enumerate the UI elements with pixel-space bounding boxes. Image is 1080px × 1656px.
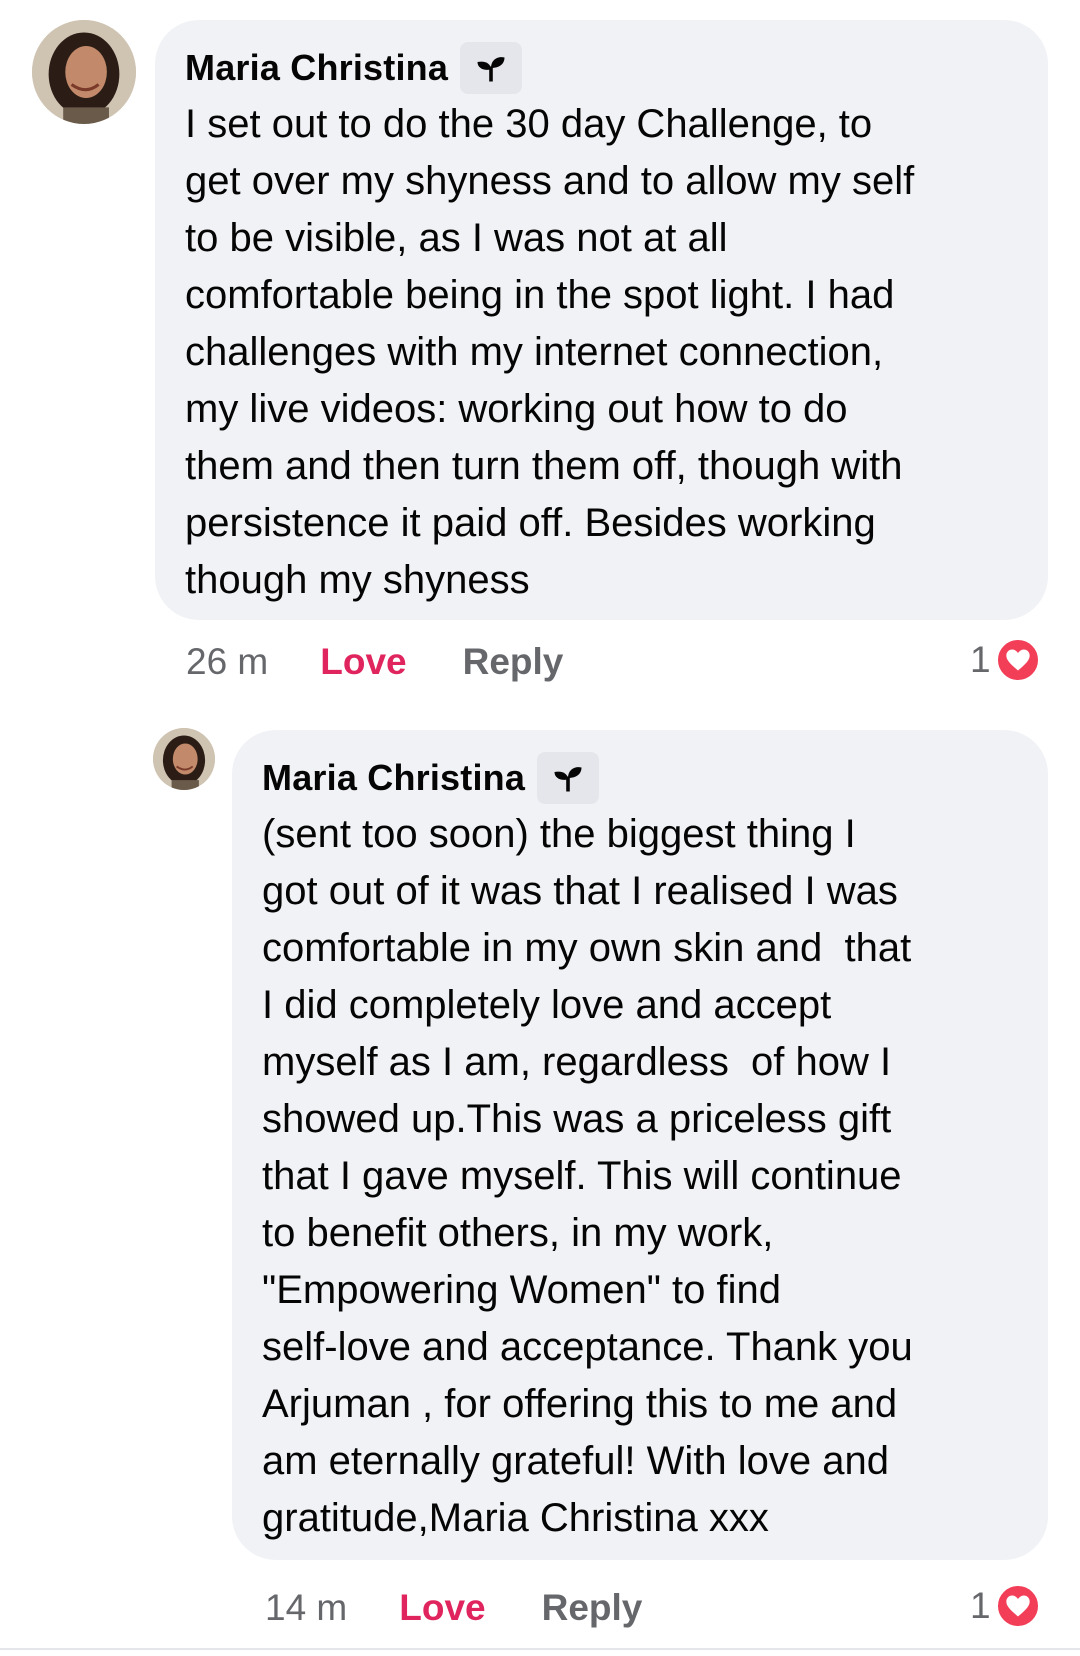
comment-text-line: to be visible, as I was not at all bbox=[185, 216, 728, 260]
newcomer-badge[interactable] bbox=[460, 42, 523, 94]
reply-button[interactable]: Reply bbox=[542, 1587, 643, 1629]
author-name[interactable]: Maria Christina bbox=[185, 47, 448, 89]
divider bbox=[0, 1648, 1080, 1650]
love-button[interactable]: Love bbox=[399, 1587, 485, 1629]
comment-text-line: though my shyness bbox=[185, 558, 530, 602]
love-heart-icon bbox=[994, 637, 1041, 683]
sprout-icon bbox=[554, 767, 582, 792]
comment-text-line: my live videos: working out how to do bbox=[185, 387, 848, 431]
comment-text-line: comfortable being in the spot light. I h… bbox=[185, 273, 895, 317]
comment-text-line: self-love and acceptance. Thank you bbox=[262, 1325, 913, 1369]
comment-text-line: "Empowering Women" to find bbox=[262, 1268, 782, 1312]
avatar[interactable] bbox=[153, 728, 215, 790]
comment-text-line: get over my shyness and to allow my self bbox=[185, 159, 915, 203]
comment-text-line: got out of it was that I realised I was bbox=[262, 869, 898, 913]
reply-button[interactable]: Reply bbox=[463, 641, 564, 683]
comment-text-line: to benefit others, in my work, bbox=[262, 1211, 774, 1255]
avatar-icon bbox=[153, 728, 215, 790]
comment-text: I set out to do the 30 day Challenge, to… bbox=[185, 96, 1018, 609]
comment-bubble: Maria Christina (sent too soon) the bigg… bbox=[232, 730, 1048, 1560]
reaction-count: 1 bbox=[970, 1585, 991, 1626]
comment-text-line: challenges with my internet connection, bbox=[185, 330, 884, 374]
comment-text-line: them and then turn them off, though with bbox=[185, 444, 903, 488]
author-name[interactable]: Maria Christina bbox=[262, 757, 525, 799]
love-button[interactable]: Love bbox=[320, 641, 406, 683]
comment-text-line: (sent too soon) the biggest thing I bbox=[262, 812, 856, 856]
comment-text-line: myself as I am, regardless of how I bbox=[262, 1040, 892, 1084]
comment-bubble: Maria Christina I set out to do the 30 d… bbox=[155, 20, 1048, 620]
comment-text-line: Arjuman , for offering this to me and bbox=[262, 1382, 898, 1426]
comment-text-line: I set out to do the 30 day Challenge, to bbox=[185, 102, 873, 146]
comment-text-line: gratitude,Maria Christina xxx bbox=[262, 1496, 769, 1540]
timestamp[interactable]: 14 m bbox=[265, 1587, 347, 1629]
timestamp[interactable]: 26 m bbox=[186, 641, 268, 683]
comment-actions: 26 m Love Reply bbox=[186, 632, 563, 692]
comment-text-line: I did completely love and accept bbox=[262, 983, 832, 1027]
comment-text-line: am eternally grateful! With love and bbox=[262, 1439, 889, 1483]
comment-text-line: comfortable in my own skin and that bbox=[262, 926, 912, 970]
newcomer-badge[interactable] bbox=[537, 752, 600, 804]
avatar[interactable] bbox=[32, 20, 136, 124]
love-heart-icon bbox=[994, 1583, 1041, 1629]
comment-text-line: showed up.This was a priceless gift bbox=[262, 1097, 892, 1141]
reaction-summary[interactable]: 1 bbox=[970, 630, 1041, 690]
reaction-count: 1 bbox=[970, 639, 991, 680]
comment-text-line: that I gave myself. This will continue bbox=[262, 1154, 902, 1198]
comment-text-line: persistence it paid off. Besides working bbox=[185, 501, 876, 545]
avatar-icon bbox=[32, 20, 136, 124]
comment-actions: 14 m Love Reply bbox=[265, 1578, 642, 1638]
comment-text: (sent too soon) the biggest thing I got … bbox=[262, 806, 1018, 1547]
sprout-icon bbox=[477, 57, 505, 82]
reaction-summary[interactable]: 1 bbox=[970, 1576, 1041, 1636]
